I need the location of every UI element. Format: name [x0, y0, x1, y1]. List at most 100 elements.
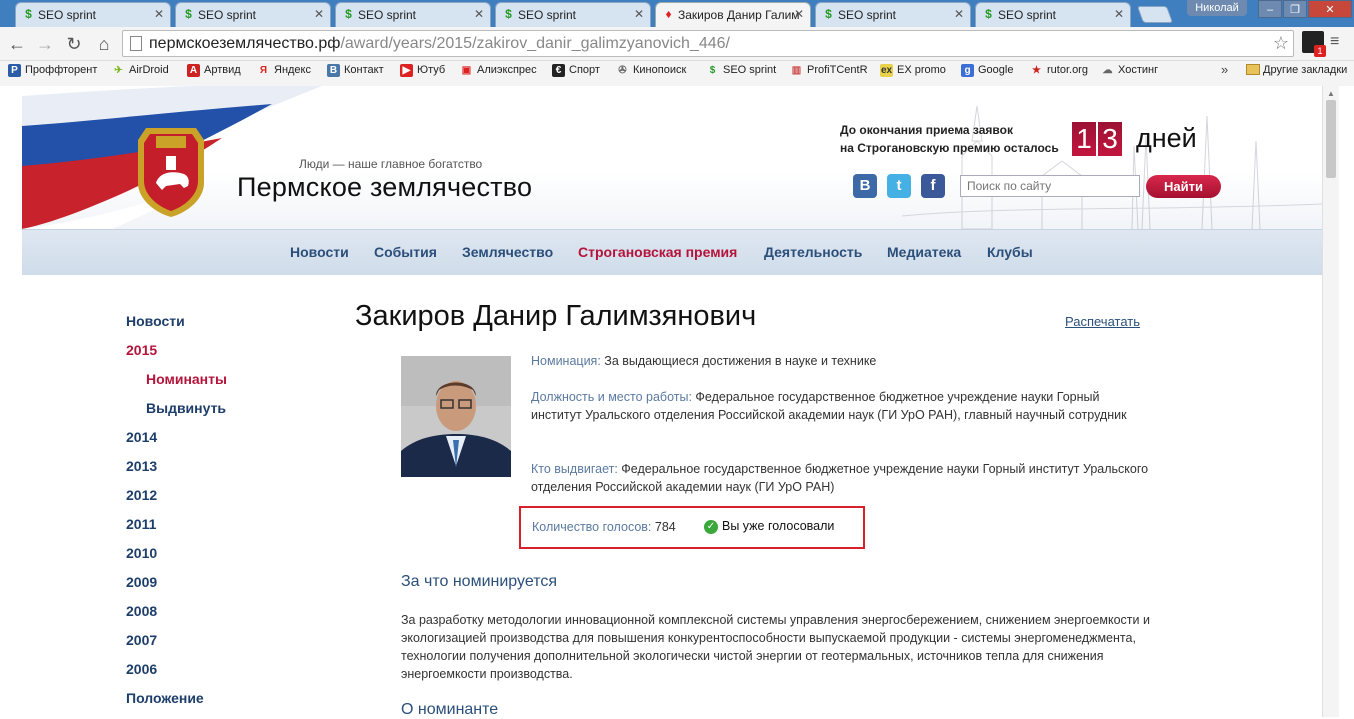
sidebar-item-2010[interactable]: 2010 [126, 545, 157, 561]
nav-item-community[interactable]: Землячество [462, 244, 553, 260]
bookmark-item[interactable]: ex EX promo [880, 64, 946, 77]
close-tab-icon[interactable]: ✕ [794, 7, 804, 21]
browser-chrome: $ SEO sprint ✕ $ SEO sprint ✕ $ SEO sprint ✕ $… [0, 0, 1354, 86]
close-tab-icon[interactable]: ✕ [954, 7, 964, 21]
town-sketch [902, 105, 1322, 229]
counter-digit: 3 [1098, 122, 1122, 156]
ex-icon: ex [880, 64, 893, 77]
sidebar-item-regulations[interactable]: Положение [126, 690, 204, 706]
close-tab-icon[interactable]: ✕ [1114, 7, 1124, 21]
bookmark-item[interactable]: ★ rutor.org [1030, 64, 1088, 76]
folder-icon [1246, 64, 1260, 75]
nav-item-stroganov-prize[interactable]: Строгановская премия [578, 244, 737, 260]
page-content: Люди — наше главное богатство Пермское з… [22, 86, 1322, 718]
bookmark-item[interactable]: $ SEO sprint [706, 64, 776, 76]
facebook-icon[interactable]: f [921, 174, 945, 198]
counter-digit: 1 [1072, 122, 1096, 156]
nomination-reason-text: За разработку методологии инновационной … [401, 613, 1150, 681]
bookmarks-overflow-icon[interactable]: » [1221, 62, 1228, 77]
seo-sprint-icon: $ [505, 7, 512, 21]
close-window-button[interactable]: ✕ [1308, 0, 1352, 18]
star-icon: ★ [1032, 65, 1041, 76]
search-input[interactable] [960, 175, 1140, 197]
search-button[interactable]: Найти [1146, 175, 1221, 198]
artvid-icon: A [187, 64, 200, 77]
chart-icon: ▥ [791, 65, 802, 76]
bookmark-item[interactable]: Я Яндекс [257, 64, 311, 76]
user-profile-button[interactable]: Николай [1187, 0, 1247, 16]
seo-sprint-icon: $ [825, 7, 832, 21]
tab[interactable]: $ SEO sprint ✕ [335, 2, 491, 27]
checkmark-icon: ✓ [704, 520, 718, 534]
nav-item-news[interactable]: Новости [290, 244, 349, 260]
address-bar[interactable]: пермскоеземлячество.рф/award/years/2015/… [122, 30, 1294, 57]
nav-item-activity[interactable]: Деятельность [764, 244, 862, 260]
seo-sprint-icon: $ [985, 7, 992, 21]
sidebar-item-2015[interactable]: 2015 [126, 342, 157, 358]
other-bookmarks[interactable]: Другие закладки [1246, 64, 1347, 76]
bookmark-star-icon[interactable]: ☆ [1273, 33, 1289, 54]
tab[interactable]: $ SEO sprint ✕ [175, 2, 331, 27]
sidebar-item-2013[interactable]: 2013 [126, 458, 157, 474]
sidebar-item-nominees[interactable]: Номинанты [146, 371, 227, 387]
close-tab-icon[interactable]: ✕ [474, 7, 484, 21]
sport-icon: € [552, 64, 565, 77]
minimize-button[interactable]: – [1258, 0, 1282, 18]
tab[interactable]: $ SEO sprint ✕ [495, 2, 651, 27]
nav-item-events[interactable]: События [374, 244, 437, 260]
scrollbar-thumb[interactable] [1326, 100, 1336, 178]
tab[interactable]: $ SEO sprint ✕ [975, 2, 1131, 27]
scrollbar[interactable] [1322, 86, 1339, 717]
print-link[interactable]: Распечатать [1065, 314, 1140, 329]
reload-icon[interactable]: ↻ [63, 33, 85, 55]
bookmark-item[interactable]: ▶ Ютуб [400, 64, 445, 77]
bookmark-item[interactable]: В Контакт [327, 64, 384, 77]
cart-icon: ▣ [461, 65, 472, 76]
page-title: Закиров Данир Галимзянович [355, 300, 757, 332]
sidebar-item-2014[interactable]: 2014 [126, 429, 157, 445]
twitter-icon[interactable]: t [887, 174, 911, 198]
menu-icon[interactable]: ≡ [1330, 33, 1348, 51]
days-label: дней [1136, 123, 1197, 153]
tab-active[interactable]: ♦ Закиров Данир Галим ✕ [655, 2, 811, 27]
bookmark-item[interactable]: A Артвид [187, 64, 241, 77]
close-tab-icon[interactable]: ✕ [634, 7, 644, 21]
vkontakte-icon[interactable]: B [853, 174, 877, 198]
close-tab-icon[interactable]: ✕ [314, 7, 324, 21]
sidebar-item-2007[interactable]: 2007 [126, 632, 157, 648]
url-path: /award/years/2015/zakirov_danir_galimzya… [340, 35, 730, 52]
bookmark-item[interactable]: ✈ AirDroid [112, 64, 168, 76]
nav-item-media[interactable]: Медиатека [887, 244, 961, 260]
tab[interactable]: $ SEO sprint ✕ [15, 2, 171, 27]
extension-badge: 1 [1314, 45, 1326, 57]
close-tab-icon[interactable]: ✕ [154, 7, 164, 21]
tab[interactable]: $ SEO sprint ✕ [815, 2, 971, 27]
forward-icon[interactable]: → [34, 33, 56, 55]
tab-label: SEO sprint [518, 8, 577, 22]
bookmark-item[interactable]: g Google [961, 64, 1013, 77]
sidebar-item-2008[interactable]: 2008 [126, 603, 157, 619]
sidebar-item-nominate[interactable]: Выдвинуть [146, 400, 226, 416]
bookmark-item[interactable]: ☁ Хостинг [1101, 64, 1159, 76]
nav-item-clubs[interactable]: Клубы [987, 244, 1033, 260]
bookmark-item[interactable]: ▣ Алиэкспрес [460, 64, 537, 76]
film-reel-icon: ✇ [618, 65, 627, 76]
maximize-button[interactable]: ❐ [1283, 0, 1307, 18]
sidebar-item-2009[interactable]: 2009 [126, 574, 157, 590]
sidebar-item-news[interactable]: Новости [126, 313, 185, 329]
votes-box: Количество голосов: 784 ✓ Вы уже голосов… [519, 506, 865, 549]
bookmark-item[interactable]: ✇ Кинопоиск [616, 64, 686, 76]
sidebar-item-2011[interactable]: 2011 [126, 516, 156, 532]
sidebar-item-2012[interactable]: 2012 [126, 487, 157, 503]
bookmark-item[interactable]: P Проффторент [8, 64, 97, 77]
browser-toolbar: ← → ↻ ⌂ пермскоеземлячество.рф/award/yea… [0, 27, 1354, 61]
bookmark-item[interactable]: ▥ ProfiTCentR [790, 64, 868, 76]
home-icon[interactable]: ⌂ [93, 33, 115, 55]
back-icon[interactable]: ← [6, 33, 28, 55]
scroll-up-icon[interactable]: ▲ [1326, 89, 1336, 98]
site-name[interactable]: Пермское землячество [237, 172, 532, 203]
sidebar-item-2006[interactable]: 2006 [126, 661, 157, 677]
google-icon: g [961, 64, 974, 77]
bookmark-item[interactable]: € Спорт [552, 64, 600, 77]
new-tab-button[interactable] [1136, 6, 1174, 23]
